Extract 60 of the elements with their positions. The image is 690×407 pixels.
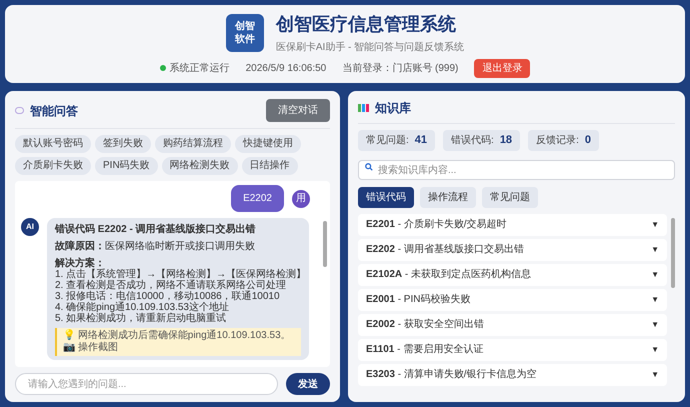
dropdown-icon: ▼ [651,294,659,306]
send-button[interactable]: 发送 [286,373,330,395]
solution-step: 1. 点击【系统管理】→【网络检测】→【医保网络检测】 [55,269,301,280]
dropdown-icon: ▼ [651,318,659,330]
solution-step: 4. 确保能ping通10.109.103.53这个地址 [55,302,301,313]
app-title: 创智医疗信息管理系统 [276,12,457,36]
dropdown-icon: ▼ [651,344,659,356]
app-logo: 创智 软件 [226,14,264,52]
answer-title: 错误代码 E2202 - 调用省基线版接口交易出错 [55,224,257,235]
panel-title: 知识库 [375,100,411,117]
ai-avatar: AI [21,218,39,236]
scrollbar[interactable] [323,221,327,267]
error-code-item[interactable]: E3203 - 清算申请失败/银行卡信息为空 ▼ [358,364,667,386]
quick-question-chip[interactable]: 快捷键使用 [235,135,301,153]
logout-button[interactable]: 退出登录 [474,58,530,78]
user-message: E2202 [231,185,284,212]
dropdown-icon: ▼ [651,218,659,230]
current-datetime: 2026/5/9 16:06:50 [246,62,326,76]
speech-bubble-icon [15,107,24,114]
quick-question-chip[interactable]: 网络检测失败 [162,157,238,175]
category-tab[interactable]: 错误代码 [358,186,414,208]
system-status: 系统正常运行 [170,62,230,76]
error-code-item[interactable]: E2202 - 调用省基线版接口交易出错 ▼ [358,238,667,260]
dropdown-icon: ▼ [651,268,659,280]
error-code-item[interactable]: E2001 - PIN码校验失败 ▼ [358,288,667,310]
tip-note: 💡 网络检测成功后需确保能ping通10.109.103.53。 📷 操作截图 [55,328,301,356]
books-icon [358,104,369,112]
category-tab[interactable]: 常见问题 [482,186,538,208]
knowledge-search-field[interactable]: 搜索知识库内容... [358,160,675,180]
dropdown-icon: ▼ [651,368,659,380]
quick-question-chip[interactable]: PIN码失败 [95,157,158,175]
stat-value: 18 [500,133,512,148]
quick-question-chip[interactable]: 介质刷卡失败 [15,157,91,175]
user-avatar: 用 [292,190,310,208]
error-code-item[interactable]: E2002 - 获取安全空间出错 ▼ [358,314,667,336]
panel-title: 智能问答 [30,102,78,120]
question-input-field[interactable]: 请输入您遇到的问题... [15,373,278,395]
stat-value: 0 [584,133,591,148]
error-code-item[interactable]: E2102A - 未获取到定点医药机构信息 ▼ [358,264,667,286]
stat-label: 错误代码: [451,134,494,148]
error-code-item[interactable]: E1101 - 需要启用安全认证 ▼ [358,338,667,360]
solution-heading: 解决方案： [55,258,105,269]
fault-cause: 故障原因：医保网络临时断开或接口调用失败 [55,241,256,252]
stat-label: 常见问题: [366,134,409,148]
stat-label: 反馈记录: [536,134,579,148]
dropdown-icon: ▼ [651,244,659,256]
category-tab[interactable]: 操作流程 [420,186,476,208]
quick-question-chip[interactable]: 签到失败 [95,135,151,153]
solution-step: 3. 报修电话：电信10000，移动10086，联通10010 [55,291,301,302]
login-info: 当前登录：门店账号 (999) [342,62,458,76]
stat-value: 41 [414,133,428,148]
app-subtitle: 医保刷卡AI助手 - 智能问答与问题反馈系统 [276,40,464,54]
quick-question-chip[interactable]: 购药结算流程 [155,135,231,153]
quick-question-chip[interactable]: 日结操作 [242,157,298,175]
solution-step: 2. 查看检测是否成功，网络不通请联系网络公司处理 [55,280,301,291]
scrollbar[interactable] [671,218,675,288]
quick-question-chip[interactable]: 默认账号密码 [15,135,91,153]
error-code-item[interactable]: E2201 - 介质刷卡失败/交易超时 ▼ [358,214,667,236]
solution-step: 5. 如果检测成功，请重新启动电脑重试 [55,313,301,324]
clear-chat-button[interactable]: 清空对话 [266,99,330,122]
